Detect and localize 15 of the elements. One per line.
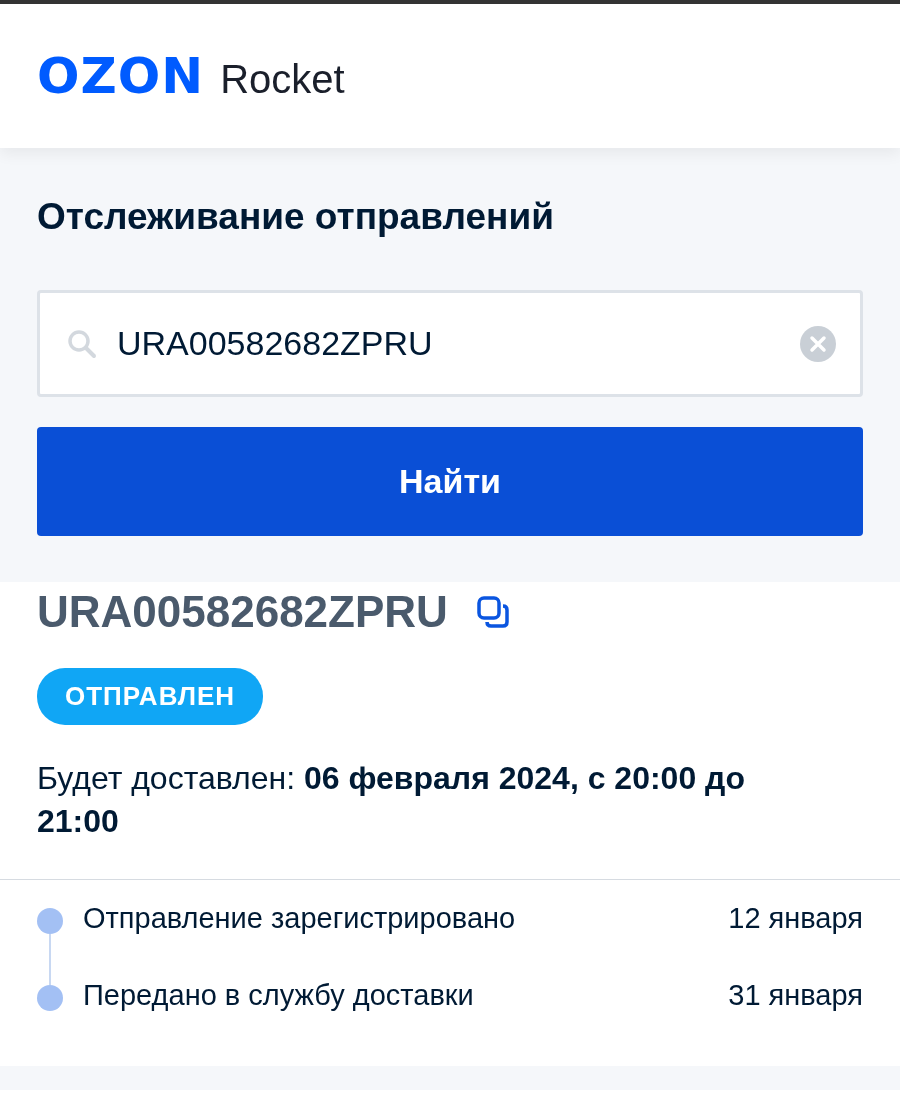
status-badge: ОТПРАВЛЕН <box>37 668 264 725</box>
delivery-text: Будет доставлен: 06 февраля 2024, с 20:00 до 21:00 <box>37 759 746 841</box>
timeline-dot <box>37 985 63 1011</box>
event-date: 31 января <box>728 979 863 1012</box>
find-button[interactable]: Найти <box>37 427 863 536</box>
tracking-number: URA00582682ZPRU <box>37 587 448 637</box>
timeline-dot <box>37 908 63 934</box>
logo-brand: OZON <box>37 47 205 105</box>
event-text: Передано в службу доставки <box>83 979 475 1012</box>
logo-product: Rocket <box>220 57 345 102</box>
search-field[interactable]: URA00582682ZPRU <box>37 290 863 397</box>
event-text: Отправление зарегистрировано <box>83 902 517 935</box>
event-date: 12 января <box>728 902 863 935</box>
page-title: Отслеживание отправлений <box>37 196 555 238</box>
copy-icon[interactable] <box>475 595 510 629</box>
